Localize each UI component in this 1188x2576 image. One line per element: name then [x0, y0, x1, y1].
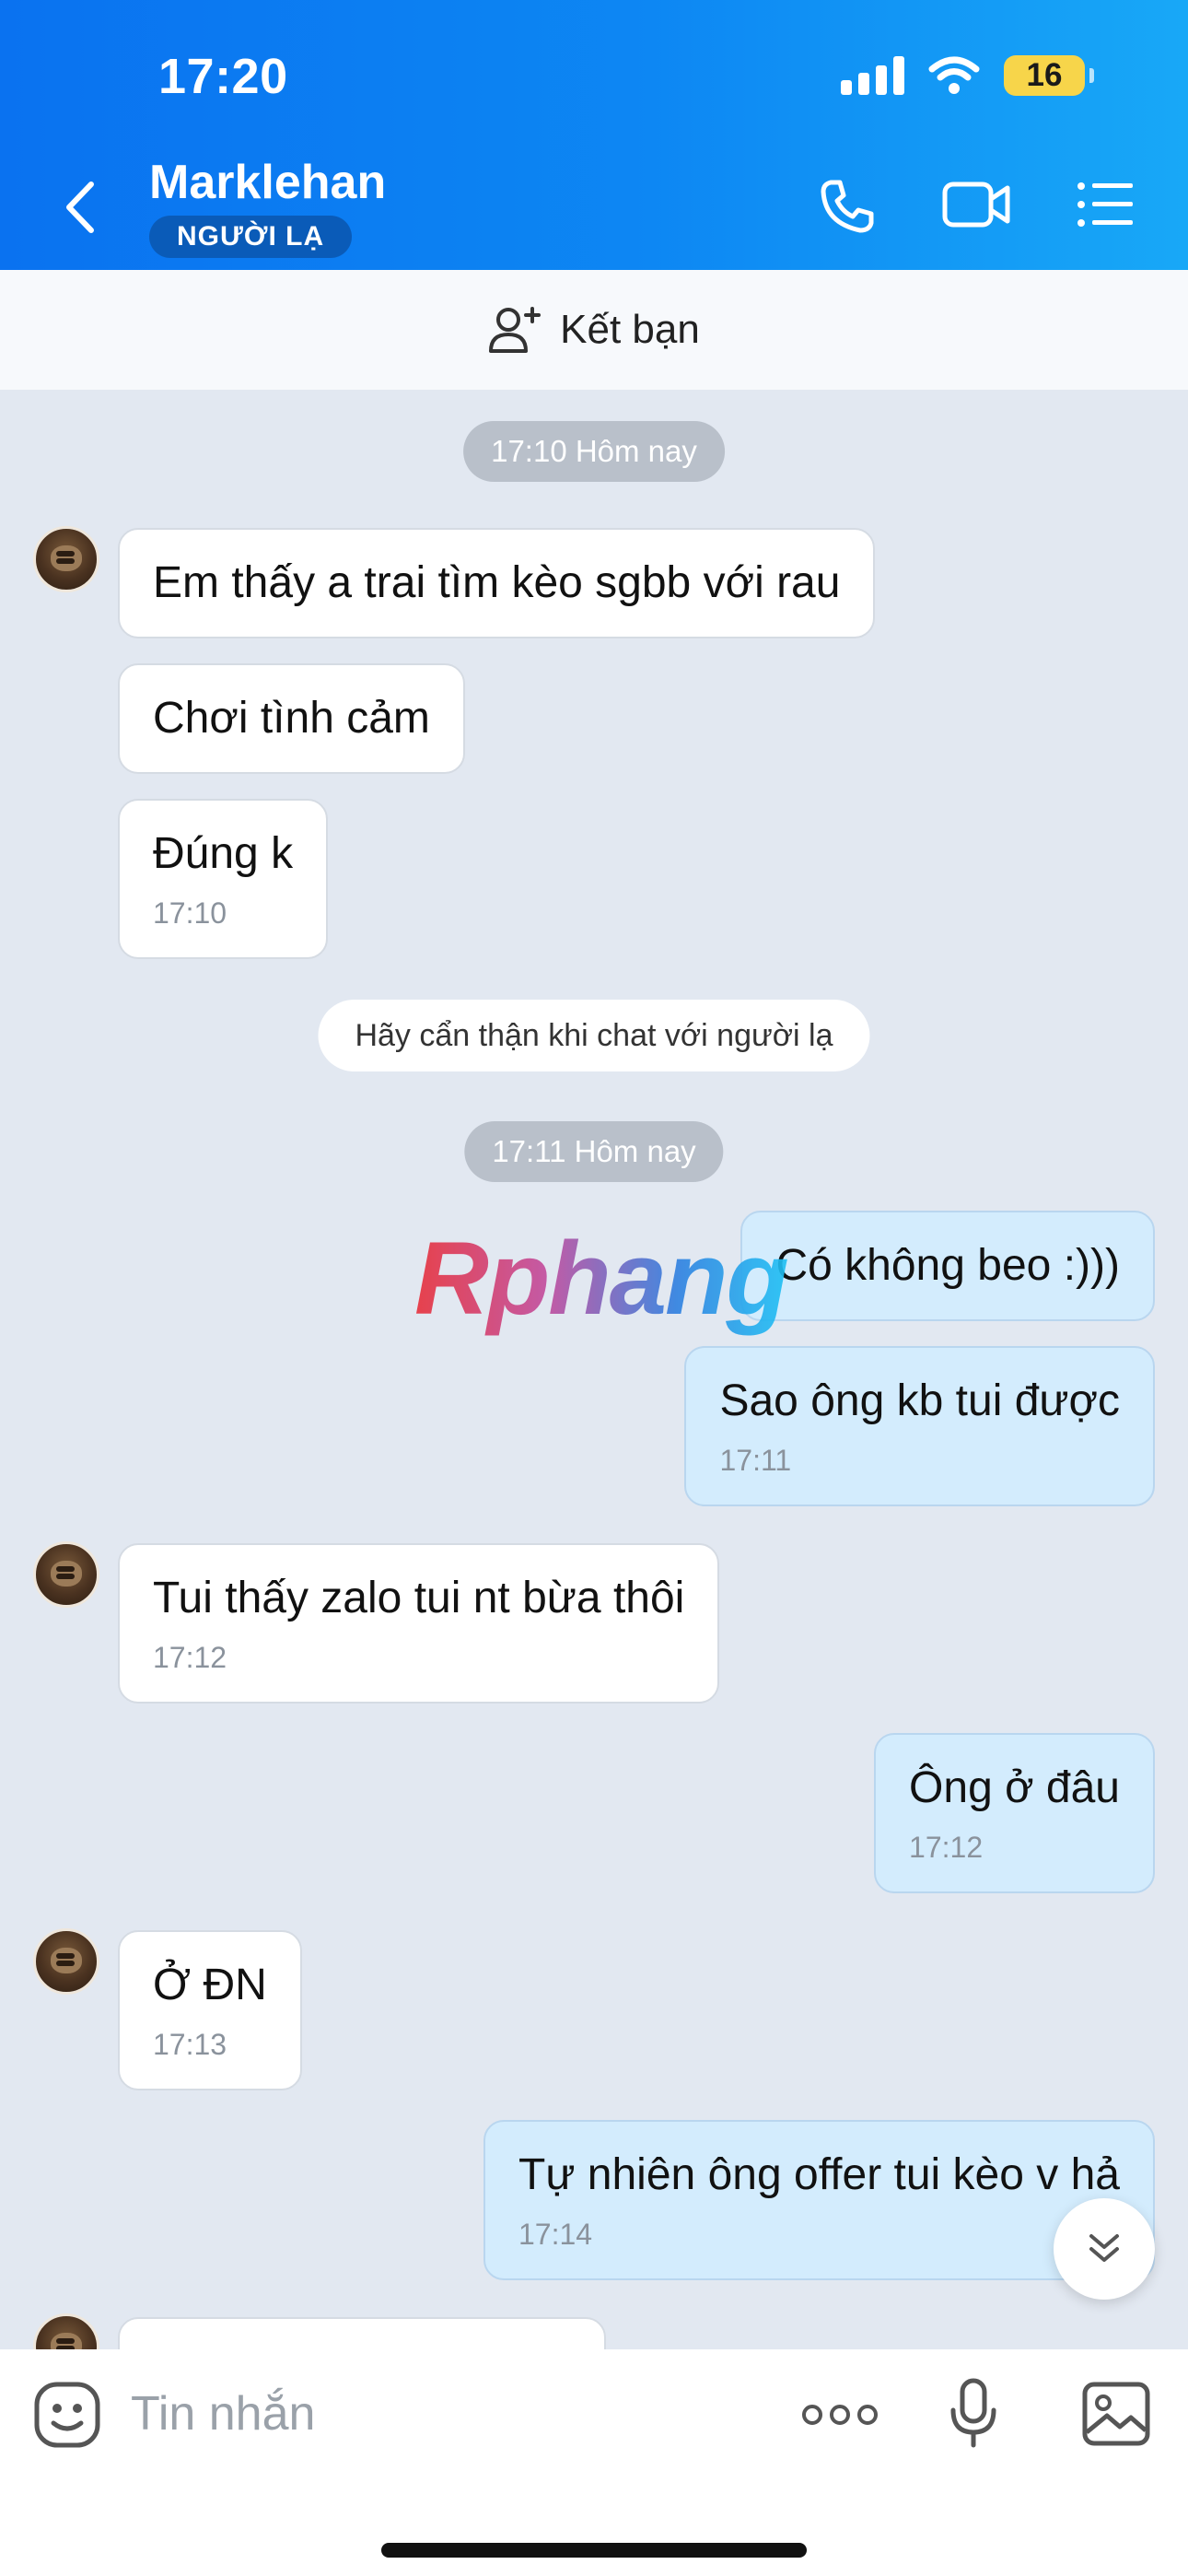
emoji-icon — [34, 2382, 100, 2448]
avatar[interactable] — [33, 1541, 99, 1608]
more-icon — [802, 2405, 878, 2425]
emoji-button[interactable] — [33, 2381, 101, 2449]
video-icon — [942, 181, 1010, 228]
send-image-button[interactable] — [1081, 2381, 1151, 2447]
message-bubble-incoming[interactable]: Đúng k 17:10 — [118, 799, 329, 959]
message-bubble-incoming[interactable]: Ở ĐN 17:13 — [118, 1930, 302, 2090]
avatar[interactable] — [33, 1928, 99, 1995]
message-bubble-outgoing[interactable]: Ông ở đâu 17:12 — [874, 1733, 1155, 1893]
back-icon — [66, 181, 94, 233]
message-time: 17:12 — [153, 1641, 227, 1674]
message-text: Sao ông kb tui được — [719, 1376, 1120, 1425]
message-text: Em thấy a trai tìm kèo sgbb với rau — [153, 558, 841, 607]
message-time: 17:10 — [153, 896, 227, 930]
home-indicator — [381, 2543, 807, 2558]
add-friend-button[interactable]: Kết bạn — [0, 270, 1188, 390]
message-text: Có không beo :))) — [775, 1241, 1120, 1290]
message-time: 17:13 — [153, 2028, 227, 2061]
status-icons: 16 — [841, 55, 1094, 96]
double-chevron-down-icon — [1089, 2234, 1119, 2262]
image-icon — [1082, 2382, 1150, 2446]
message-bubble-outgoing[interactable]: Có không beo :))) — [740, 1211, 1155, 1321]
call-button[interactable] — [818, 177, 877, 236]
message-text: Chơi tình cảm — [153, 694, 430, 743]
message-bubble-outgoing[interactable]: Sao ông kb tui được 17:11 — [684, 1346, 1155, 1506]
message-bubble-incoming[interactable]: Em thấy a trai tìm kèo sgbb với rau — [118, 528, 876, 638]
chat-options-button[interactable] — [1076, 177, 1135, 232]
message-text: Tui thấy zalo tui nt bừa thôi — [153, 1574, 685, 1622]
wifi-icon — [928, 56, 980, 94]
status-time: 17:20 — [158, 49, 288, 104]
add-friend-label: Kết bạn — [560, 307, 700, 352]
chat-header: 17:20 16 Marklehan NGƯỜI LẠ — [0, 0, 1188, 270]
phone-icon — [821, 180, 874, 233]
add-user-icon — [489, 307, 542, 353]
cellular-signal-icon — [841, 56, 904, 95]
message-list[interactable]: 17:10 Hôm nay Em thấy a trai tìm kèo sgb… — [0, 390, 1188, 2349]
message-time: 17:12 — [909, 1831, 984, 1864]
menu-list-icon — [1077, 182, 1133, 227]
message-text: Đúng k — [153, 829, 294, 878]
video-call-button[interactable] — [941, 177, 1013, 232]
scroll-to-bottom-button[interactable] — [1054, 2198, 1155, 2300]
stranger-badge: NGƯỜI LẠ — [149, 216, 353, 258]
message-input-bar: Tin nhắn — [0, 2349, 1188, 2576]
message-time: 17:14 — [518, 2218, 593, 2251]
message-bubble-incoming[interactable]: Tui thấy zalo tui nt bừa thôi 17:12 — [118, 1543, 720, 1704]
contact-name[interactable]: Marklehan — [149, 155, 386, 210]
battery-icon: 16 — [1004, 55, 1094, 96]
date-separator: 17:10 Hôm nay — [463, 421, 725, 482]
message-text: Tự nhiên ông offer tui kèo v hả — [518, 2150, 1120, 2199]
message-bubble-incoming[interactable] — [118, 2317, 606, 2349]
battery-level: 16 — [1026, 57, 1063, 93]
message-text: Ở ĐN — [153, 1961, 267, 2009]
watermark-logo: Rphang — [414, 1221, 789, 1336]
back-button[interactable] — [52, 175, 107, 240]
avatar[interactable] — [33, 2313, 99, 2349]
message-time: 17:11 — [719, 1444, 792, 1477]
message-bubble-incoming[interactable]: Chơi tình cảm — [118, 663, 465, 774]
avatar[interactable] — [33, 526, 99, 592]
stranger-warning: Hãy cẩn thận khi chat với người lạ — [318, 1000, 870, 1071]
message-input[interactable]: Tin nhắn — [131, 2386, 315, 2441]
microphone-icon — [950, 2378, 996, 2448]
more-options-button[interactable] — [801, 2401, 879, 2429]
voice-message-button[interactable] — [949, 2377, 998, 2451]
message-text: Ông ở đâu — [909, 1763, 1120, 1812]
date-separator: 17:11 Hôm nay — [464, 1121, 724, 1182]
